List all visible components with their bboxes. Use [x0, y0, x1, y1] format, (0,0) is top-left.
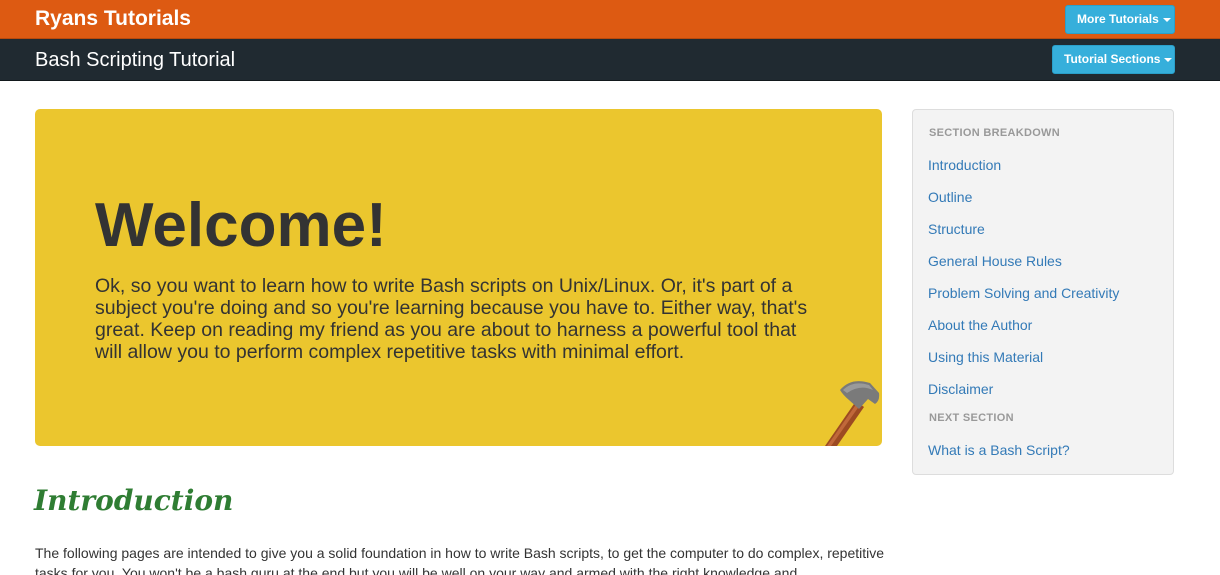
tutorial-sections-button[interactable]: Tutorial Sections [1052, 45, 1175, 74]
sidebar-item-structure[interactable]: Structure [928, 220, 985, 238]
introduction-paragraph: The following pages are intended to give… [35, 545, 885, 575]
tutorial-title[interactable]: Bash Scripting Tutorial [35, 48, 235, 72]
sidebar-item-using-material[interactable]: Using this Material [928, 348, 1043, 366]
brand-logo-link[interactable]: Ryans Tutorials [35, 6, 191, 32]
section-breakdown-header: SECTION BREAKDOWN [929, 127, 1060, 139]
tutorial-sections-label: Tutorial Sections [1064, 52, 1161, 66]
hammer-icon [825, 381, 880, 446]
welcome-text: Ok, so you want to learn how to write Ba… [95, 275, 808, 363]
more-tutorials-label: More Tutorials [1077, 12, 1159, 26]
sidebar-item-outline[interactable]: Outline [928, 188, 972, 206]
welcome-heading: Welcome! [95, 191, 387, 260]
more-tutorials-button[interactable]: More Tutorials [1065, 5, 1175, 34]
sidebar-item-general-house-rules[interactable]: General House Rules [928, 252, 1062, 270]
next-section-link[interactable]: What is a Bash Script? [928, 441, 1070, 459]
caret-down-icon [1164, 57, 1173, 62]
welcome-banner: Welcome! Ok, so you want to learn how to… [35, 109, 882, 446]
next-section-header: NEXT SECTION [929, 412, 1014, 424]
section-sidebar: SECTION BREAKDOWN Introduction Outline S… [912, 109, 1174, 475]
introduction-heading: Introduction [34, 484, 234, 517]
sidebar-item-about-author[interactable]: About the Author [928, 316, 1032, 334]
tutorial-navbar: Bash Scripting Tutorial Tutorial Section… [0, 39, 1220, 81]
sidebar-item-introduction[interactable]: Introduction [928, 156, 1001, 174]
sidebar-item-problem-solving[interactable]: Problem Solving and Creativity [928, 284, 1119, 302]
top-navbar: Ryans Tutorials More Tutorials [0, 0, 1220, 39]
sidebar-item-disclaimer[interactable]: Disclaimer [928, 380, 993, 398]
caret-down-icon [1162, 17, 1171, 22]
